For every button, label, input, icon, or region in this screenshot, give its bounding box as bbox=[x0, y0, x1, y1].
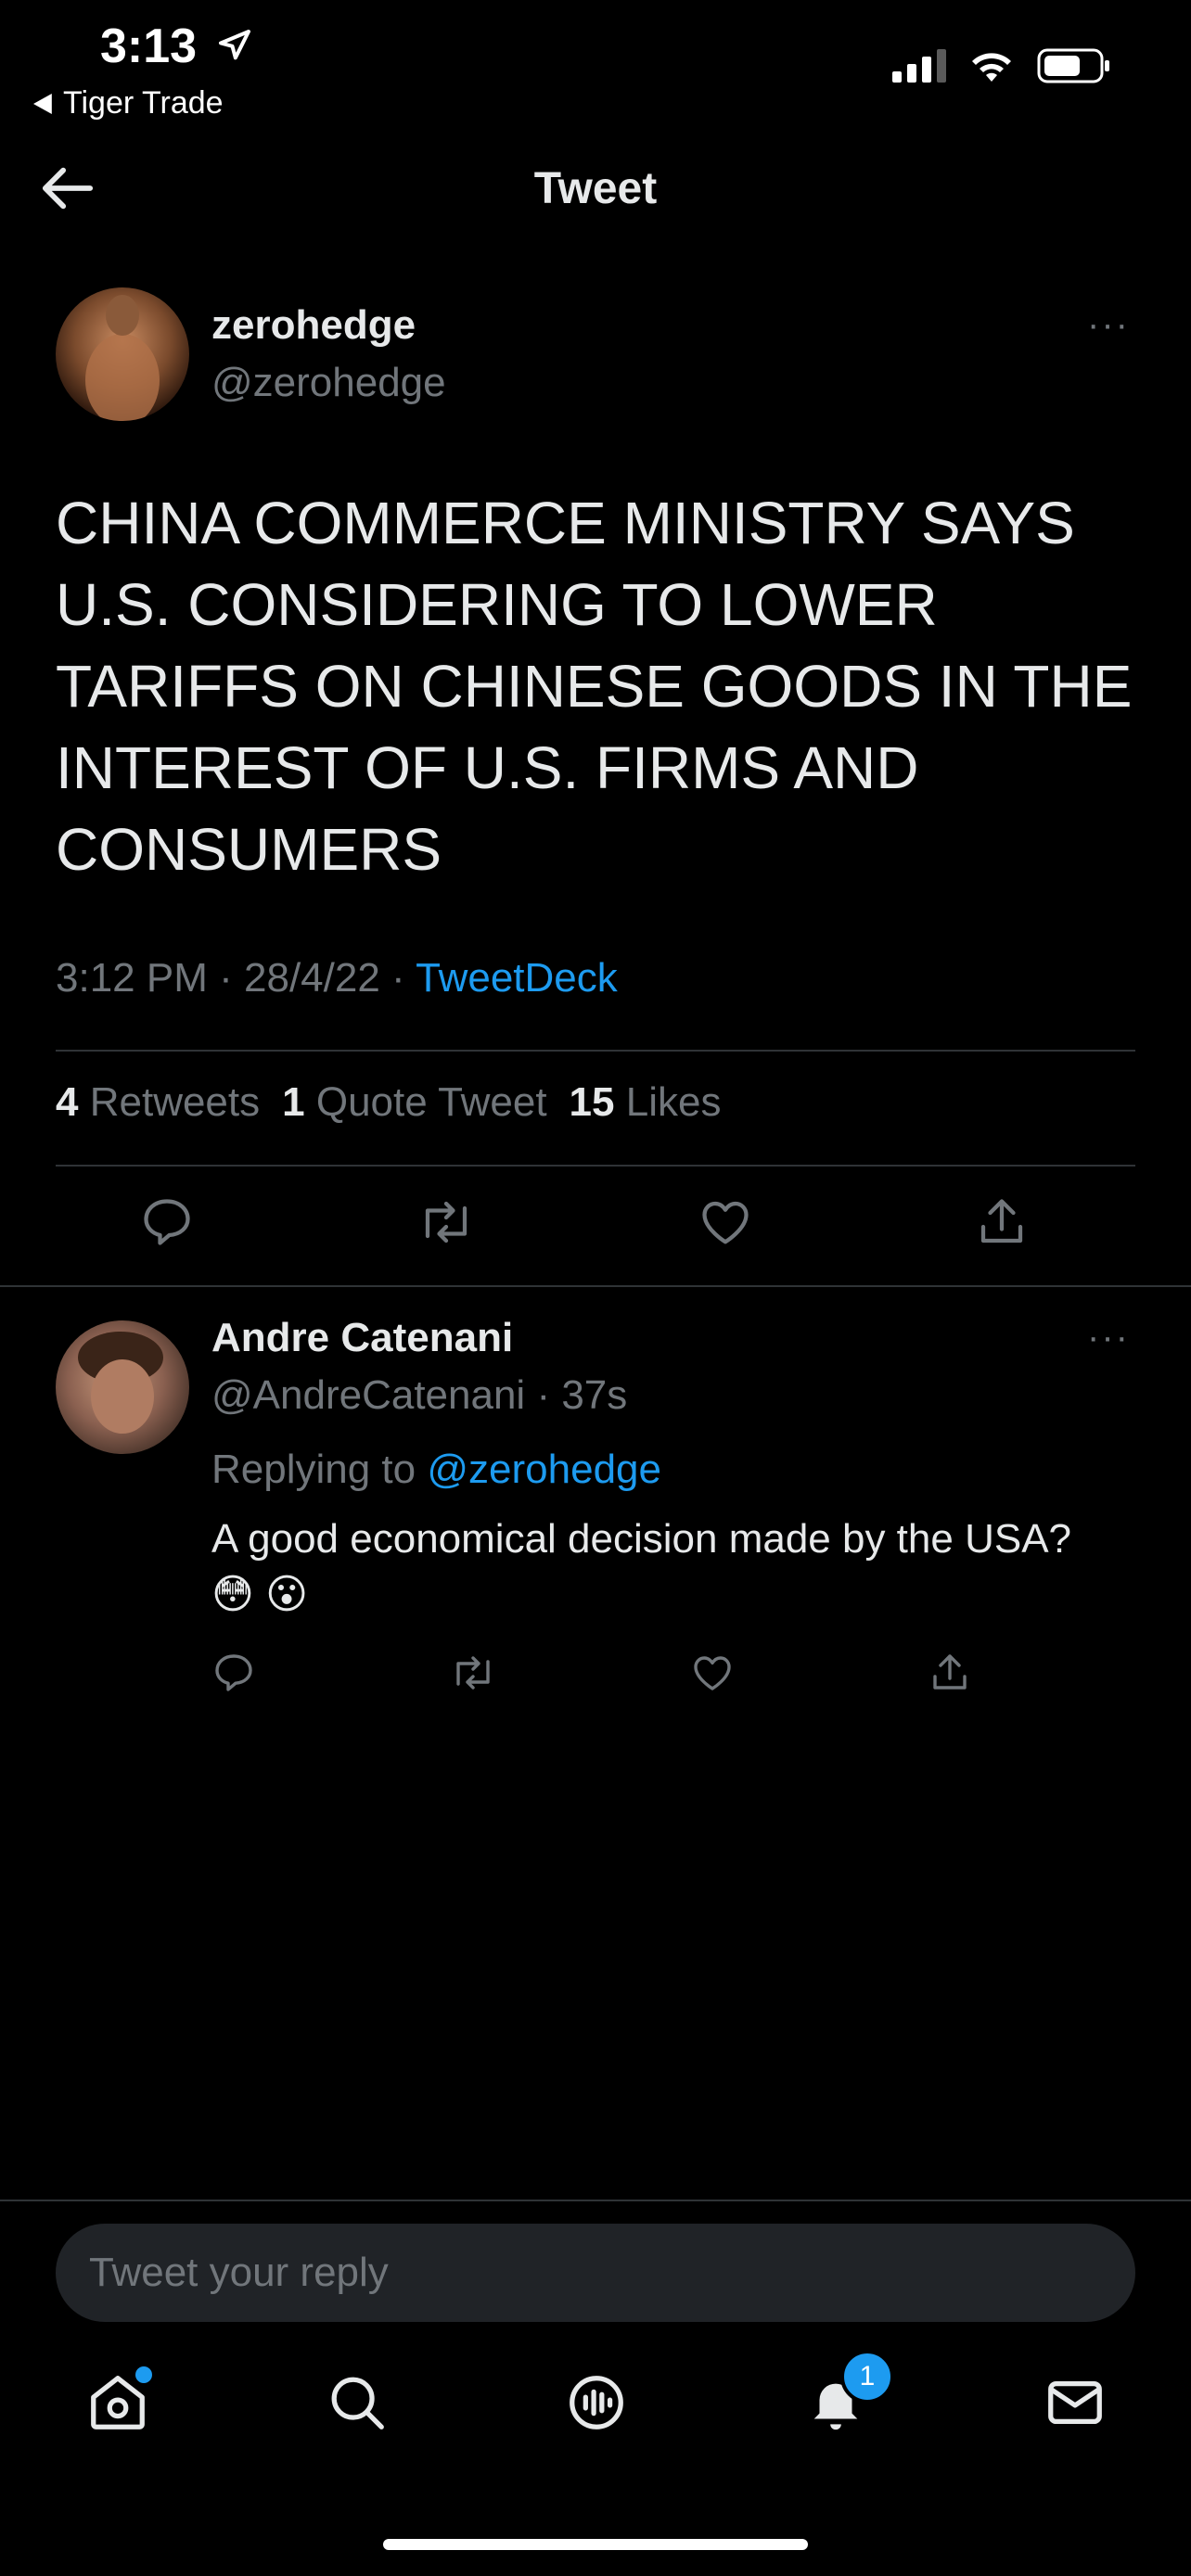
reply-author-name[interactable]: Andre Catenani bbox=[211, 1315, 513, 1361]
reply-author-meta: @AndreCatenani · 37s bbox=[211, 1372, 628, 1418]
tweet-stats: 4 Retweets 1 Quote Tweet 15 Likes bbox=[56, 1079, 721, 1126]
replying-to-link[interactable]: @zerohedge bbox=[427, 1447, 661, 1492]
reply-age: 37s bbox=[561, 1372, 628, 1418]
tab-bar: 1 bbox=[0, 2350, 1191, 2454]
status-time-text: 3:13 bbox=[100, 19, 198, 73]
tweet-actions bbox=[139, 1194, 1030, 1250]
replying-label: Replying to bbox=[211, 1447, 416, 1492]
reply-icon[interactable] bbox=[139, 1194, 195, 1250]
tweet-date: 28/4/22 bbox=[244, 955, 380, 1001]
status-icons bbox=[892, 48, 1111, 83]
divider bbox=[56, 1050, 1135, 1052]
tab-spaces[interactable] bbox=[564, 2370, 629, 2440]
home-new-dot bbox=[135, 2366, 152, 2383]
replying-to: Replying to @zerohedge bbox=[211, 1447, 661, 1493]
tweet-time: 3:12 PM bbox=[56, 955, 208, 1001]
tweet-source-link[interactable]: TweetDeck bbox=[416, 955, 618, 1001]
share-icon[interactable] bbox=[974, 1194, 1030, 1250]
page-title: Tweet bbox=[533, 164, 658, 213]
status-time: 3:13 bbox=[100, 19, 253, 74]
tab-notifications[interactable]: 1 bbox=[803, 2350, 894, 2440]
more-options-button[interactable]: ··· bbox=[1087, 304, 1130, 346]
back-app-label: Tiger Trade bbox=[63, 85, 224, 121]
search-icon bbox=[331, 2377, 384, 2429]
tab-messages[interactable] bbox=[1043, 2370, 1108, 2440]
retweet-icon[interactable] bbox=[416, 1194, 477, 1250]
like-icon[interactable] bbox=[690, 1651, 735, 1695]
back-to-app[interactable]: Tiger Trade bbox=[33, 85, 224, 121]
divider bbox=[0, 2200, 1191, 2201]
reply-input[interactable]: Tweet your reply bbox=[56, 2224, 1135, 2322]
back-triangle-icon bbox=[33, 93, 52, 114]
share-icon[interactable] bbox=[928, 1651, 972, 1695]
retweet-icon[interactable] bbox=[449, 1651, 497, 1695]
tweet-text: CHINA COMMERCE MINISTRY SAYS U.S. CONSID… bbox=[56, 490, 1133, 883]
author-handle[interactable]: @zerohedge bbox=[211, 360, 446, 406]
reply-icon[interactable] bbox=[211, 1651, 256, 1695]
mail-icon bbox=[1048, 2380, 1102, 2425]
reply-author-handle[interactable]: @AndreCatenani bbox=[211, 1372, 525, 1418]
quotes-stat[interactable]: 1 Quote Tweet bbox=[282, 1079, 546, 1126]
tab-home[interactable] bbox=[85, 2366, 152, 2440]
reply-more-options-button[interactable]: ··· bbox=[1087, 1317, 1130, 1358]
divider bbox=[56, 1165, 1135, 1167]
spaces-icon bbox=[570, 2376, 623, 2429]
notifications-badge: 1 bbox=[840, 2350, 894, 2404]
cellular-signal-icon bbox=[892, 49, 946, 83]
battery-icon bbox=[1037, 48, 1109, 83]
reply-actions bbox=[211, 1651, 972, 1695]
avatar-image bbox=[56, 1320, 189, 1454]
location-arrow-icon bbox=[218, 30, 250, 60]
wifi-icon bbox=[972, 53, 1011, 82]
divider bbox=[0, 1285, 1191, 1287]
home-indicator[interactable] bbox=[383, 2539, 808, 2550]
tweet-meta: 3:12 PM · 28/4/22 · TweetDeck bbox=[56, 955, 618, 1001]
avatar-image bbox=[56, 287, 189, 421]
tab-search[interactable] bbox=[325, 2370, 390, 2440]
retweets-stat[interactable]: 4 Retweets bbox=[56, 1079, 260, 1126]
likes-stat[interactable]: 15 Likes bbox=[570, 1079, 722, 1126]
reply-avatar[interactable] bbox=[56, 1320, 189, 1454]
author-name[interactable]: zerohedge bbox=[211, 302, 416, 349]
author-avatar[interactable] bbox=[56, 287, 189, 421]
like-icon[interactable] bbox=[698, 1194, 753, 1250]
reply-text: A good economical decision made by the U… bbox=[211, 1516, 1072, 1617]
